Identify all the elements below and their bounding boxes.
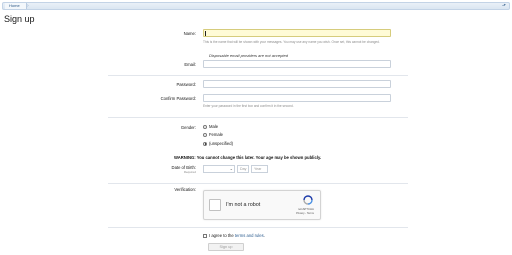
dob-required-note: Required	[183, 170, 196, 174]
email-field[interactable]	[203, 60, 391, 68]
recaptcha-logo-icon	[303, 195, 313, 205]
name-input[interactable]	[203, 29, 391, 37]
chevron-down-icon: ⌄	[229, 166, 233, 171]
section-divider	[108, 183, 408, 184]
gender-option-unspecified[interactable]: (unspecified)	[203, 141, 233, 147]
recaptcha-widget: I'm not a robot reCAPTCHA Privacy - Term…	[203, 190, 321, 220]
radio-button[interactable]	[203, 124, 207, 129]
password-label: Password:	[176, 82, 196, 87]
breadcrumb-separator-icon: ›	[27, 3, 29, 9]
radio-button-checked[interactable]	[203, 141, 207, 146]
section-divider	[108, 75, 408, 76]
breadcrumb: Home › ⬏	[2, 2, 510, 10]
page-title: Sign up	[4, 14, 35, 24]
dob-month-select[interactable]: ⌄	[203, 165, 235, 173]
recaptcha-checkbox[interactable]	[209, 199, 221, 211]
agree-label: I agree to the terms and rules.	[209, 233, 265, 238]
agree-checkbox[interactable]	[203, 234, 207, 238]
text-caret	[205, 31, 206, 36]
recaptcha-label: I'm not a robot	[226, 202, 261, 208]
dob-year-field[interactable]: Year	[251, 165, 268, 173]
recaptcha-brand: reCAPTCHA	[298, 207, 314, 211]
jump-to-top-icon[interactable]: ⬏	[501, 3, 507, 9]
breadcrumb-home-link[interactable]: Home	[5, 3, 27, 9]
dob-day-field[interactable]: Day	[237, 165, 249, 173]
password-field[interactable]	[203, 80, 391, 88]
gender-label: Gender:	[180, 125, 196, 130]
confirm-password-label: Confirm Password:	[160, 96, 196, 101]
terms-link[interactable]: terms and rules	[235, 233, 264, 238]
name-label: Name:	[183, 31, 196, 36]
section-divider	[108, 227, 408, 228]
age-warning: WARNING: You cannot change this later. Y…	[174, 155, 322, 160]
radio-button[interactable]	[203, 132, 207, 137]
verification-label: Verification:	[174, 187, 196, 192]
sign-up-button[interactable]: Sign up	[208, 243, 244, 251]
confirm-password-field[interactable]	[203, 94, 391, 102]
email-note: Disposable email providers are not accep…	[209, 53, 288, 58]
recaptcha-links[interactable]: Privacy - Terms	[288, 212, 322, 215]
gender-option-male[interactable]: Male	[203, 124, 218, 130]
gender-option-female[interactable]: Female	[203, 132, 223, 138]
section-divider	[108, 117, 408, 118]
confirm-password-hint: Enter your password in the first box and…	[203, 104, 294, 108]
name-hint: This is the name that will be shown with…	[203, 40, 380, 44]
email-label: Email:	[184, 62, 196, 67]
